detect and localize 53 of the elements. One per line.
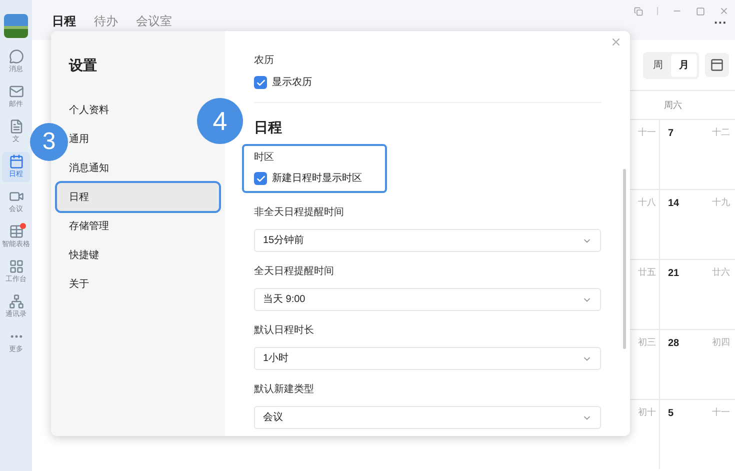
video-camera-icon: [8, 189, 24, 204]
table-icon: [8, 224, 24, 239]
checkbox-label: 显示农历: [272, 76, 312, 90]
chat-bubble-icon: [8, 49, 24, 64]
settings-nav-item[interactable]: 关于: [69, 270, 89, 298]
more-button[interactable]: ···: [714, 16, 727, 29]
view-toggle[interactable]: 月: [671, 54, 697, 76]
settings-nav-item[interactable]: 个人资料: [69, 96, 109, 124]
document-icon: [8, 119, 24, 134]
settings-nav-item[interactable]: 快捷键: [69, 241, 99, 269]
lunar-date: 廿六: [712, 266, 730, 279]
grid-icon: [8, 259, 24, 274]
calendar-view-button[interactable]: [705, 53, 729, 77]
avatar: [4, 14, 28, 38]
close-icon: [610, 36, 622, 48]
checkbox[interactable]: [254, 76, 267, 89]
org-chart-icon: [8, 294, 24, 309]
calendar-layout-icon: [710, 58, 724, 72]
close-icon: [719, 6, 729, 16]
mail-icon: [8, 84, 24, 99]
calendar-icon: [8, 154, 24, 169]
setting-label: 默认日程时长: [254, 324, 315, 338]
tab[interactable]: 日程: [52, 15, 76, 28]
settings-nav-item[interactable]: 通用: [69, 125, 89, 153]
date-number: 5: [667, 407, 675, 421]
settings-nav-item[interactable]: 消息通知: [69, 154, 109, 182]
maximize-icon: [696, 6, 705, 16]
dialog-title: 设置: [68, 56, 98, 75]
lunar-date: 十二: [712, 126, 730, 139]
weekday-header: 周六: [663, 99, 682, 112]
select-field[interactable]: 会议: [254, 406, 601, 429]
select-field[interactable]: 当天 9:00: [254, 288, 601, 311]
setting-label: 默认新建类型: [254, 382, 315, 397]
setting-label: 非全天日程提醒时间: [254, 206, 345, 220]
section-title: 日程: [254, 118, 283, 137]
lunar-date: 十一: [712, 406, 730, 419]
select-field[interactable]: 1小时: [254, 347, 601, 370]
settings-nav-item[interactable]: 日程: [57, 183, 219, 211]
pin-window-icon: [634, 6, 643, 16]
lunar-date: 十九: [712, 196, 730, 209]
setting-label: 农历: [254, 54, 275, 68]
date-number: 21: [667, 267, 680, 281]
view-toggle[interactable]: 周: [645, 54, 671, 76]
settings-nav-item[interactable]: 存储管理: [69, 212, 109, 240]
date-number: 28: [667, 337, 680, 351]
date-number: 14: [667, 197, 680, 211]
select-field[interactable]: 15分钟前: [254, 229, 601, 252]
date-number: 7: [667, 127, 675, 141]
setting-label: 时区: [254, 150, 275, 165]
checkbox[interactable]: [254, 172, 267, 185]
checkbox-label: 新建日程时显示时区: [272, 172, 362, 186]
setting-label: 全天日程提醒时间: [254, 264, 335, 279]
lunar-date: 初四: [712, 336, 730, 349]
